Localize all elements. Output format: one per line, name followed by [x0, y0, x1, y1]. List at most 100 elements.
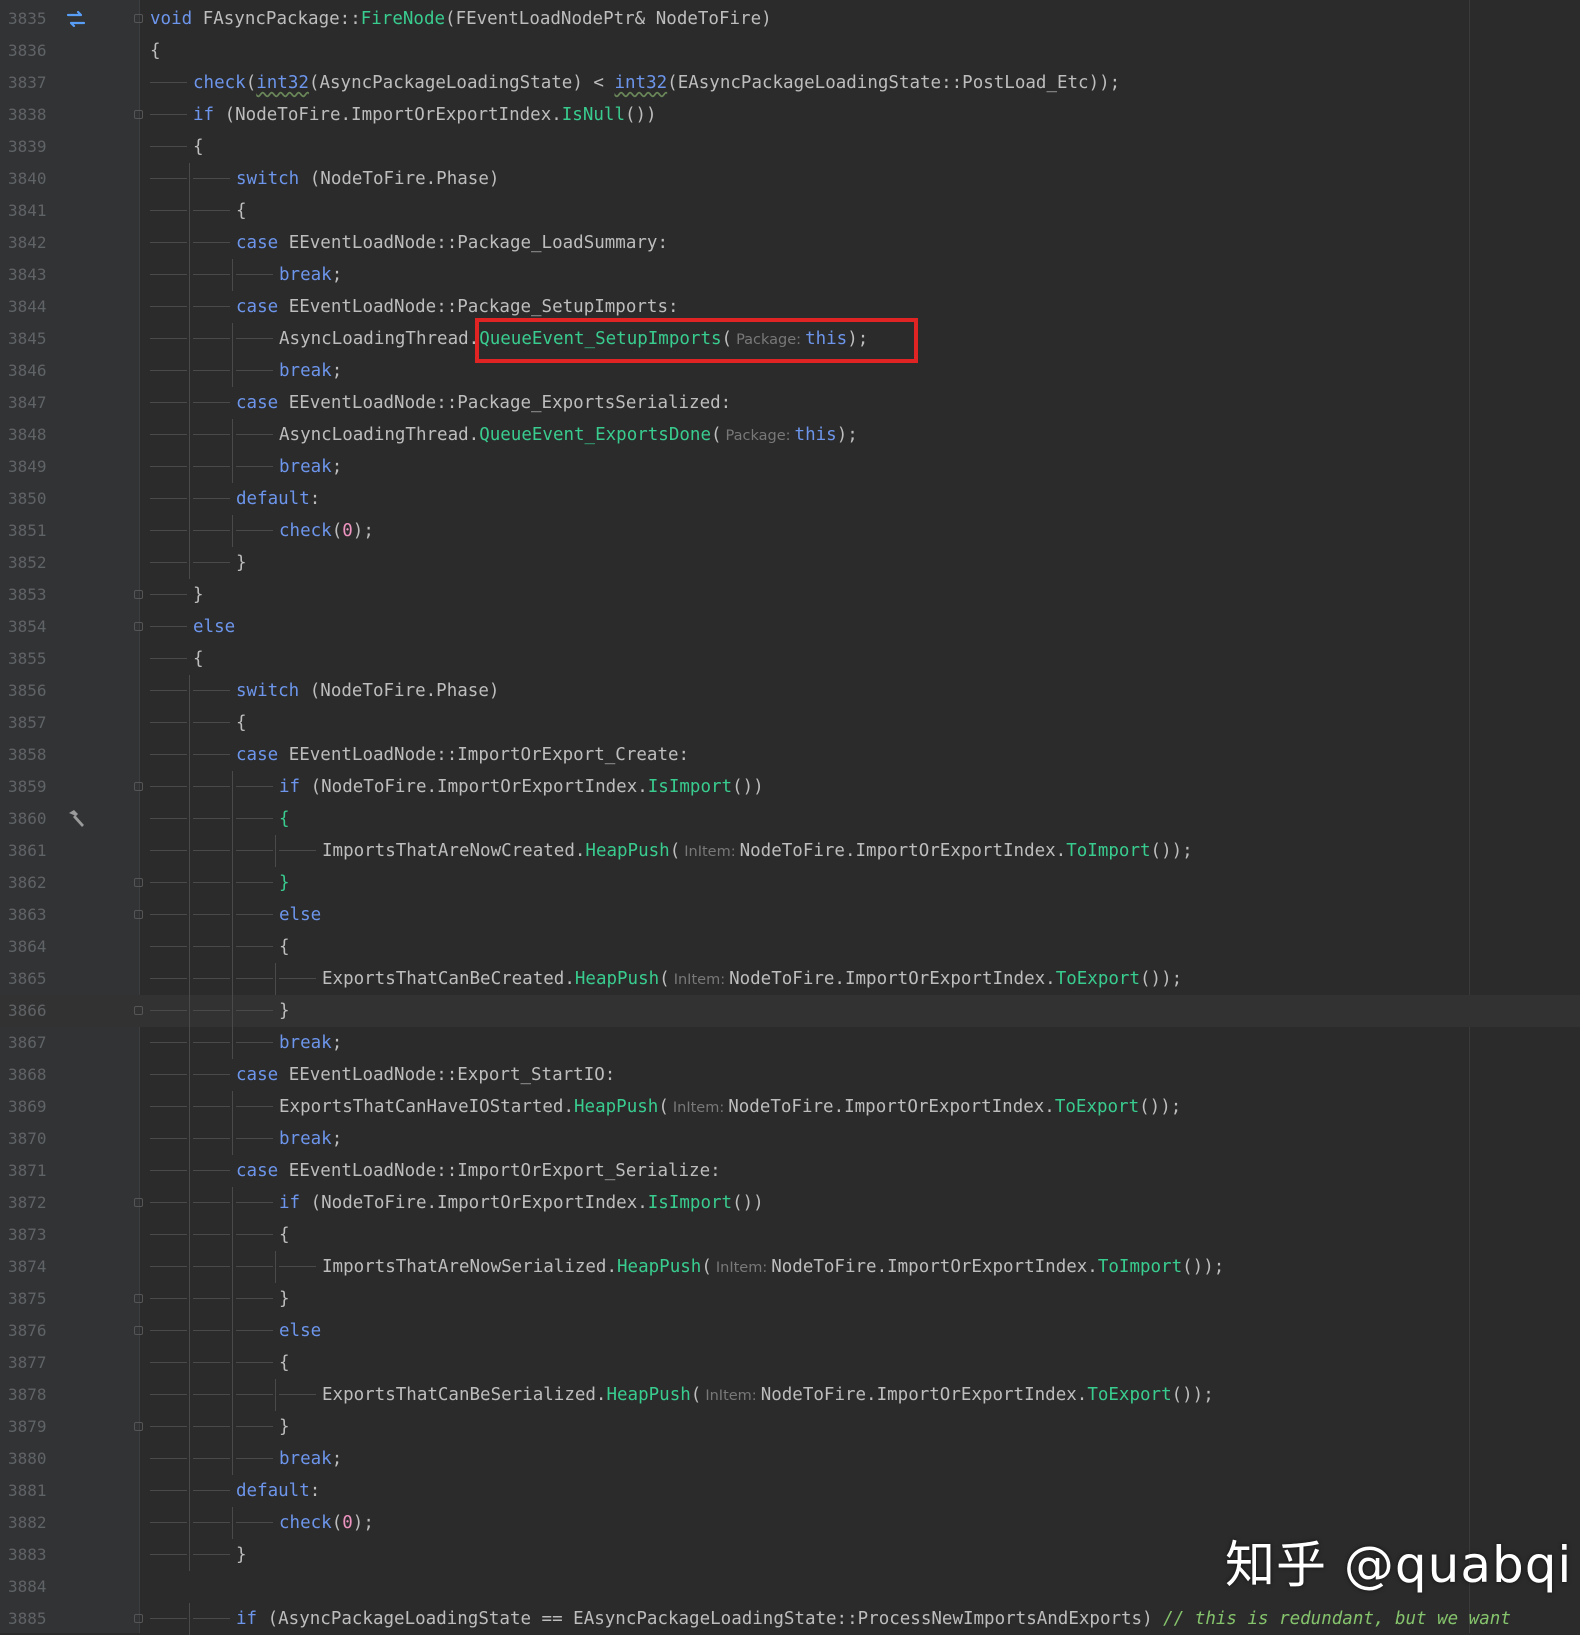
code-line[interactable]: 3841 { — [0, 195, 1580, 227]
code-line[interactable]: 3837 check(int32(AsyncPackageLoadingState… — [0, 67, 1580, 99]
code-text[interactable]: if (NodeToFire.ImportOrExportIndex.IsImp… — [279, 771, 764, 803]
line-number[interactable]: 3842 — [8, 227, 54, 259]
line-number[interactable]: 3846 — [8, 355, 54, 387]
code-text[interactable]: break; — [279, 451, 342, 483]
fold-marker-icon[interactable] — [134, 110, 143, 119]
line-number[interactable]: 3837 — [8, 67, 54, 99]
code-text[interactable]: { — [193, 643, 204, 675]
code-text[interactable]: { — [150, 35, 161, 67]
code-text[interactable]: default: — [236, 483, 320, 515]
line-number[interactable]: 3863 — [8, 899, 54, 931]
code-text[interactable]: check(0); — [279, 1507, 374, 1539]
line-number[interactable]: 3885 — [8, 1603, 54, 1635]
code-text[interactable]: case EEventLoadNode::Package_ExportsSeri… — [236, 387, 731, 419]
code-line[interactable]: 3870 break; — [0, 1123, 1580, 1155]
code-text[interactable]: check(0); — [279, 515, 374, 547]
fold-marker-icon[interactable] — [134, 1198, 143, 1207]
line-number[interactable]: 3849 — [8, 451, 54, 483]
code-line[interactable]: 3885 if (AsyncPackageLoadingState == EAsy… — [0, 1603, 1580, 1635]
line-number[interactable]: 3867 — [8, 1027, 54, 1059]
code-text[interactable]: case EEventLoadNode::Package_LoadSummary… — [236, 227, 668, 259]
code-line[interactable]: 3865 ExportsThatCanBeCreated.HeapPush(InI… — [0, 963, 1580, 995]
code-text[interactable]: case EEventLoadNode::Export_StartIO: — [236, 1059, 615, 1091]
line-number[interactable]: 3855 — [8, 643, 54, 675]
code-text[interactable]: else — [279, 899, 321, 931]
line-number[interactable]: 3871 — [8, 1155, 54, 1187]
code-text[interactable]: ImportsThatAreNowCreated.HeapPush(InItem… — [322, 835, 1193, 868]
line-number[interactable]: 3882 — [8, 1507, 54, 1539]
fold-marker-icon[interactable] — [134, 1614, 143, 1623]
code-line[interactable]: 3874 ImportsThatAreNowSerialized.HeapPush… — [0, 1251, 1580, 1283]
code-text[interactable]: { — [236, 707, 247, 739]
line-number[interactable]: 3840 — [8, 163, 54, 195]
line-number[interactable]: 3854 — [8, 611, 54, 643]
code-text[interactable]: else — [193, 611, 235, 643]
code-line[interactable]: 3857 { — [0, 707, 1580, 739]
line-number[interactable]: 3868 — [8, 1059, 54, 1091]
line-number[interactable]: 3843 — [8, 259, 54, 291]
fold-marker-icon[interactable] — [134, 1422, 143, 1431]
line-number[interactable]: 3858 — [8, 739, 54, 771]
code-text[interactable]: break; — [279, 355, 342, 387]
code-line[interactable]: 3851 check(0); — [0, 515, 1580, 547]
line-number[interactable]: 3839 — [8, 131, 54, 163]
code-text[interactable]: { — [279, 803, 290, 835]
line-number[interactable]: 3856 — [8, 675, 54, 707]
code-line[interactable]: 3864 { — [0, 931, 1580, 963]
code-line[interactable]: 3881 default: — [0, 1475, 1580, 1507]
code-line[interactable]: 3866} — [0, 995, 1580, 1027]
code-line[interactable]: 3835 void FAsyncPackage::FireNode(FEventL… — [0, 3, 1580, 35]
code-line[interactable]: 3860 { — [0, 803, 1580, 835]
code-line[interactable]: 3875} — [0, 1283, 1580, 1315]
fold-marker-icon[interactable] — [134, 14, 143, 23]
line-number[interactable]: 3870 — [8, 1123, 54, 1155]
line-number[interactable]: 3848 — [8, 419, 54, 451]
code-text[interactable]: break; — [279, 1443, 342, 1475]
code-editor[interactable]: 3835 void FAsyncPackage::FireNode(FEventL… — [0, 0, 1580, 1635]
code-text[interactable]: case EEventLoadNode::ImportOrExport_Crea… — [236, 739, 689, 771]
code-text[interactable]: break; — [279, 1123, 342, 1155]
code-line[interactable]: 3848 AsyncLoadingThread.QueueEvent_Export… — [0, 419, 1580, 451]
code-line[interactable]: 3844 case EEventLoadNode::Package_SetupIm… — [0, 291, 1580, 323]
code-text[interactable]: ExportsThatCanBeSerialized.HeapPush(InIt… — [322, 1379, 1214, 1412]
line-number[interactable]: 3878 — [8, 1379, 54, 1411]
line-number[interactable]: 3845 — [8, 323, 54, 355]
line-number[interactable]: 3860 — [8, 803, 54, 835]
code-text[interactable]: AsyncLoadingThread.QueueEvent_ExportsDon… — [279, 419, 858, 452]
code-text[interactable]: void FAsyncPackage::FireNode(FEventLoadN… — [150, 3, 772, 35]
code-text[interactable]: { — [279, 931, 290, 963]
code-text[interactable]: else — [279, 1315, 321, 1347]
line-number[interactable]: 3866 — [8, 995, 54, 1027]
code-line[interactable]: 3858 case EEventLoadNode::ImportOrExport_… — [0, 739, 1580, 771]
code-line[interactable]: 3877 { — [0, 1347, 1580, 1379]
code-text[interactable]: case EEventLoadNode::ImportOrExport_Seri… — [236, 1155, 721, 1187]
code-line[interactable]: 3862} — [0, 867, 1580, 899]
line-number[interactable]: 3874 — [8, 1251, 54, 1283]
code-text[interactable]: } — [279, 1411, 290, 1443]
code-text[interactable]: } — [279, 867, 290, 899]
line-number[interactable]: 3847 — [8, 387, 54, 419]
line-number[interactable]: 3876 — [8, 1315, 54, 1347]
code-line[interactable]: 3873 { — [0, 1219, 1580, 1251]
line-number[interactable]: 3859 — [8, 771, 54, 803]
code-line[interactable]: 3836 { — [0, 35, 1580, 67]
fold-marker-icon[interactable] — [134, 1326, 143, 1335]
hammer-icon[interactable] — [64, 807, 88, 831]
code-text[interactable]: switch (NodeToFire.Phase) — [236, 675, 499, 707]
fold-marker-icon[interactable] — [134, 878, 143, 887]
code-line[interactable]: 3852} — [0, 547, 1580, 579]
code-text[interactable]: if (NodeToFire.ImportOrExportIndex.IsImp… — [279, 1187, 764, 1219]
code-text[interactable]: } — [236, 1539, 247, 1571]
code-text[interactable]: switch (NodeToFire.Phase) — [236, 163, 499, 195]
line-number[interactable]: 3872 — [8, 1187, 54, 1219]
line-number[interactable]: 3844 — [8, 291, 54, 323]
code-line[interactable]: 3842 case EEventLoadNode::Package_LoadSum… — [0, 227, 1580, 259]
line-number[interactable]: 3877 — [8, 1347, 54, 1379]
line-number[interactable]: 3884 — [8, 1571, 54, 1603]
code-text[interactable]: } — [193, 579, 204, 611]
code-line[interactable]: 3838 if (NodeToFire.ImportOrExportIndex.I… — [0, 99, 1580, 131]
code-line[interactable]: 3846 break; — [0, 355, 1580, 387]
line-number[interactable]: 3864 — [8, 931, 54, 963]
code-line[interactable]: 3859 if (NodeToFire.ImportOrExportIndex.I… — [0, 771, 1580, 803]
fold-marker-icon[interactable] — [134, 910, 143, 919]
